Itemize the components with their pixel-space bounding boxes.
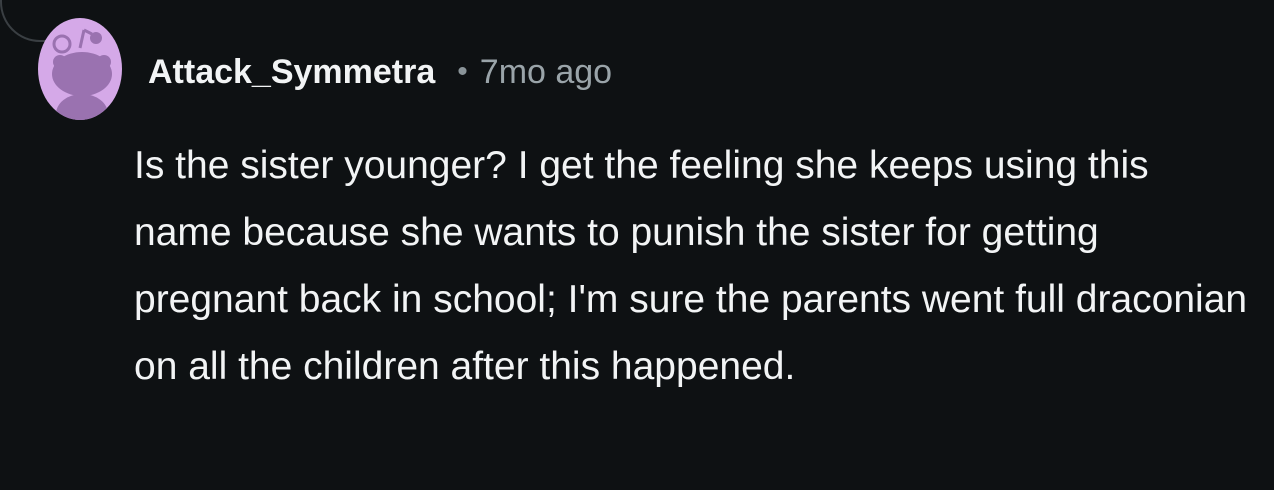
avatar[interactable] xyxy=(38,18,122,120)
timestamp[interactable]: 7mo ago xyxy=(480,53,612,92)
comment-meta: Attack_Symmetra • 7mo ago xyxy=(148,50,612,94)
snoo-avatar-icon xyxy=(52,28,112,120)
comment: Attack_Symmetra • 7mo ago Is the sister … xyxy=(0,0,1274,490)
comment-body: Is the sister younger? I get the feeling… xyxy=(134,144,1248,388)
meta-separator: • xyxy=(457,55,468,88)
author-name[interactable]: Attack_Symmetra xyxy=(148,53,435,92)
